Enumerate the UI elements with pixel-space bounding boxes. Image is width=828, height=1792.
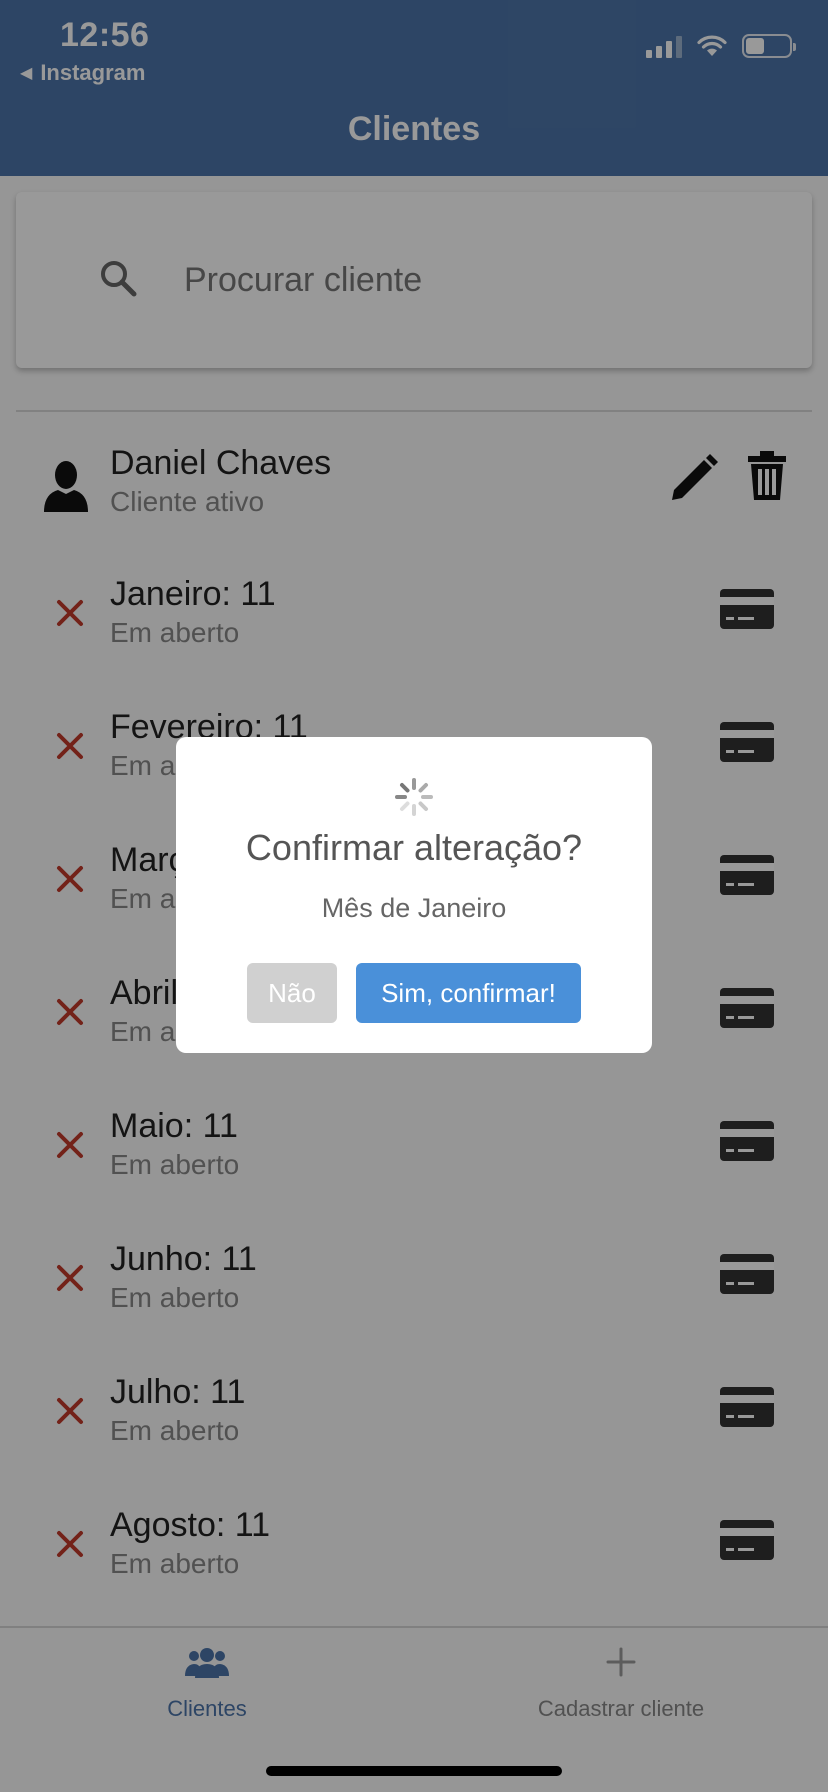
confirm-button[interactable]: Sim, confirmar! <box>356 963 581 1023</box>
dialog-message: Mês de Janeiro <box>321 893 507 923</box>
dialog-title: Confirmar alteração? <box>245 827 583 868</box>
confirm-dialog: Confirmar alteração? Mês de Janeiro Não … <box>176 737 652 1053</box>
loading-spinner-icon <box>394 777 434 822</box>
cancel-button[interactable]: Não <box>247 963 337 1023</box>
